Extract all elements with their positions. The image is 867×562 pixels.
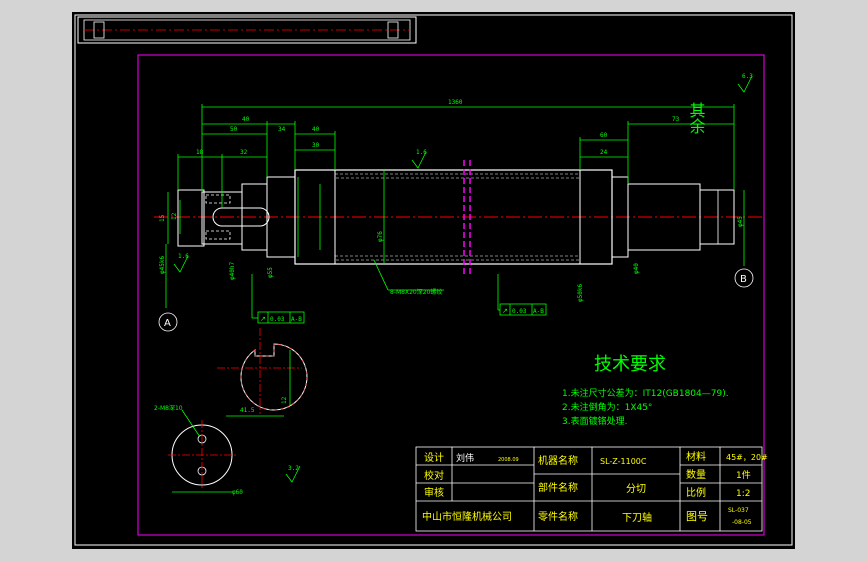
dim-dia-main: φ76 bbox=[377, 231, 384, 242]
tech-line-3: 3.表面镀铬处理. bbox=[562, 415, 627, 427]
tolerance-mid: ↗ 0.03 A-B bbox=[499, 303, 547, 316]
tol-left-val: 0.03 bbox=[270, 316, 285, 323]
section-view-keyway bbox=[217, 328, 308, 417]
ra-main: 1.6 bbox=[416, 149, 427, 156]
dim-dia-right3: φ40 bbox=[633, 263, 640, 274]
dim-dia-left2: φ40h7 bbox=[229, 262, 236, 280]
tb-scale-value: 1:2 bbox=[736, 489, 750, 499]
tb-drawing-no-sub: -08-05 bbox=[732, 519, 752, 526]
section-view-holes bbox=[168, 409, 236, 493]
tb-qty-value: 1件 bbox=[736, 469, 751, 481]
dim-24: 24 bbox=[600, 149, 608, 156]
tolerance-left: ↗ 0.03 A-B bbox=[257, 311, 305, 324]
tol-mid-ref: A-B bbox=[533, 308, 544, 315]
cad-drawing: 1360 40 50 34 40 30 18 32 60 73 24 12 15… bbox=[74, 14, 793, 546]
tb-part-label: 零件名称 bbox=[538, 510, 578, 523]
tech-line-2: 2.未注倒角为：1X45° bbox=[562, 401, 652, 413]
datum-a: A bbox=[158, 312, 178, 332]
dim-15: 15 bbox=[159, 214, 166, 222]
tb-check-label: 校对 bbox=[424, 469, 444, 482]
tb-review-label: 审核 bbox=[424, 486, 444, 499]
hole-pcd: φ60 bbox=[232, 489, 243, 496]
tb-qty-label: 数量 bbox=[686, 468, 706, 481]
dim-40-b: 40 bbox=[312, 126, 320, 133]
dim-dia-left1: φ45k6 bbox=[159, 256, 166, 274]
tb-drawing-no-label: 图号 bbox=[686, 510, 708, 523]
dim-18: 18 bbox=[196, 149, 204, 156]
tb-part-value: 下刀轴 bbox=[622, 511, 652, 524]
tb-scale-label: 比例 bbox=[686, 486, 706, 499]
dim-40-a: 40 bbox=[242, 116, 250, 123]
tech-line-1: 1.未注尺寸公差为：IT12(GB1804—79). bbox=[562, 387, 729, 399]
leaders bbox=[165, 244, 745, 319]
tech-title: 技术要求 bbox=[594, 354, 666, 375]
dim-dia-right2: φ50k6 bbox=[577, 284, 584, 302]
thumbnail-strip[interactable] bbox=[77, 16, 417, 44]
dim-34: 34 bbox=[278, 126, 286, 133]
tb-designer: 刘伟 bbox=[456, 452, 474, 464]
tb-company: 中山市恒隆机械公司 bbox=[422, 510, 512, 523]
tb-drawing-no-value: SL-037 bbox=[728, 507, 749, 514]
dim-overall: 1360 bbox=[448, 99, 463, 106]
roughness-symbols bbox=[173, 75, 753, 483]
tb-machine-value: SL-Z-1100C bbox=[600, 457, 647, 466]
drawing-border bbox=[74, 14, 793, 546]
dim-key-d: 41.5 bbox=[240, 407, 255, 414]
ra-left: 1.6 bbox=[178, 253, 189, 260]
dim-30: 30 bbox=[312, 142, 320, 149]
ra-bottom: 3.2 bbox=[288, 465, 299, 472]
dim-32: 32 bbox=[240, 149, 248, 156]
tb-design-label: 设计 bbox=[424, 451, 444, 464]
svg-text:A: A bbox=[164, 318, 171, 329]
title-block-text: 设计 校对 审核 刘伟 2008.09 机器名称 SL-Z-1100C 部件名称… bbox=[422, 450, 768, 526]
dim-73: 73 bbox=[672, 116, 680, 123]
dim-50: 50 bbox=[230, 126, 238, 133]
dim-key-w: 12 bbox=[281, 396, 288, 404]
hole-note: 2-M8深10 bbox=[154, 404, 183, 412]
datum-b: B bbox=[734, 268, 754, 288]
tol-left-ref: A-B bbox=[291, 316, 302, 323]
tol-mid-sym: ↗ bbox=[502, 307, 508, 315]
svg-text:B: B bbox=[740, 274, 747, 285]
chamfer-note: 8-M8X20深20螺纹 bbox=[390, 288, 442, 296]
dim-12: 12 bbox=[171, 212, 178, 220]
dim-dia-right1: φ45 bbox=[737, 216, 744, 227]
roughness-values: 6.3 1.6 1.6 3.2 bbox=[178, 73, 753, 472]
tb-part-group-value: 分切 bbox=[626, 483, 646, 495]
tb-material-value: 45#，20# bbox=[726, 453, 768, 462]
ra-corner: 6.3 bbox=[742, 73, 753, 80]
tb-design-date: 2008.09 bbox=[498, 457, 519, 463]
tb-material-label: 材料 bbox=[686, 450, 706, 463]
tb-machine-label: 机器名称 bbox=[538, 454, 578, 467]
tech-requirements: 技术要求 1.未注尺寸公差为：IT12(GB1804—79). 2.未注倒角为：… bbox=[562, 354, 729, 427]
tb-part-group-label: 部件名称 bbox=[538, 481, 578, 494]
dim-dia-left3: φ55 bbox=[267, 267, 274, 278]
tol-left-sym: ↗ bbox=[260, 315, 266, 323]
tol-mid-val: 0.03 bbox=[512, 308, 527, 315]
shaft-main-view bbox=[154, 160, 762, 274]
dim-60: 60 bbox=[600, 132, 608, 139]
roughness-corner-label: 其余 bbox=[687, 102, 706, 135]
dimension-labels: 1360 40 50 34 40 30 18 32 60 73 24 12 15… bbox=[159, 99, 744, 302]
cad-viewport[interactable]: 1360 40 50 34 40 30 18 32 60 73 24 12 15… bbox=[72, 12, 795, 549]
